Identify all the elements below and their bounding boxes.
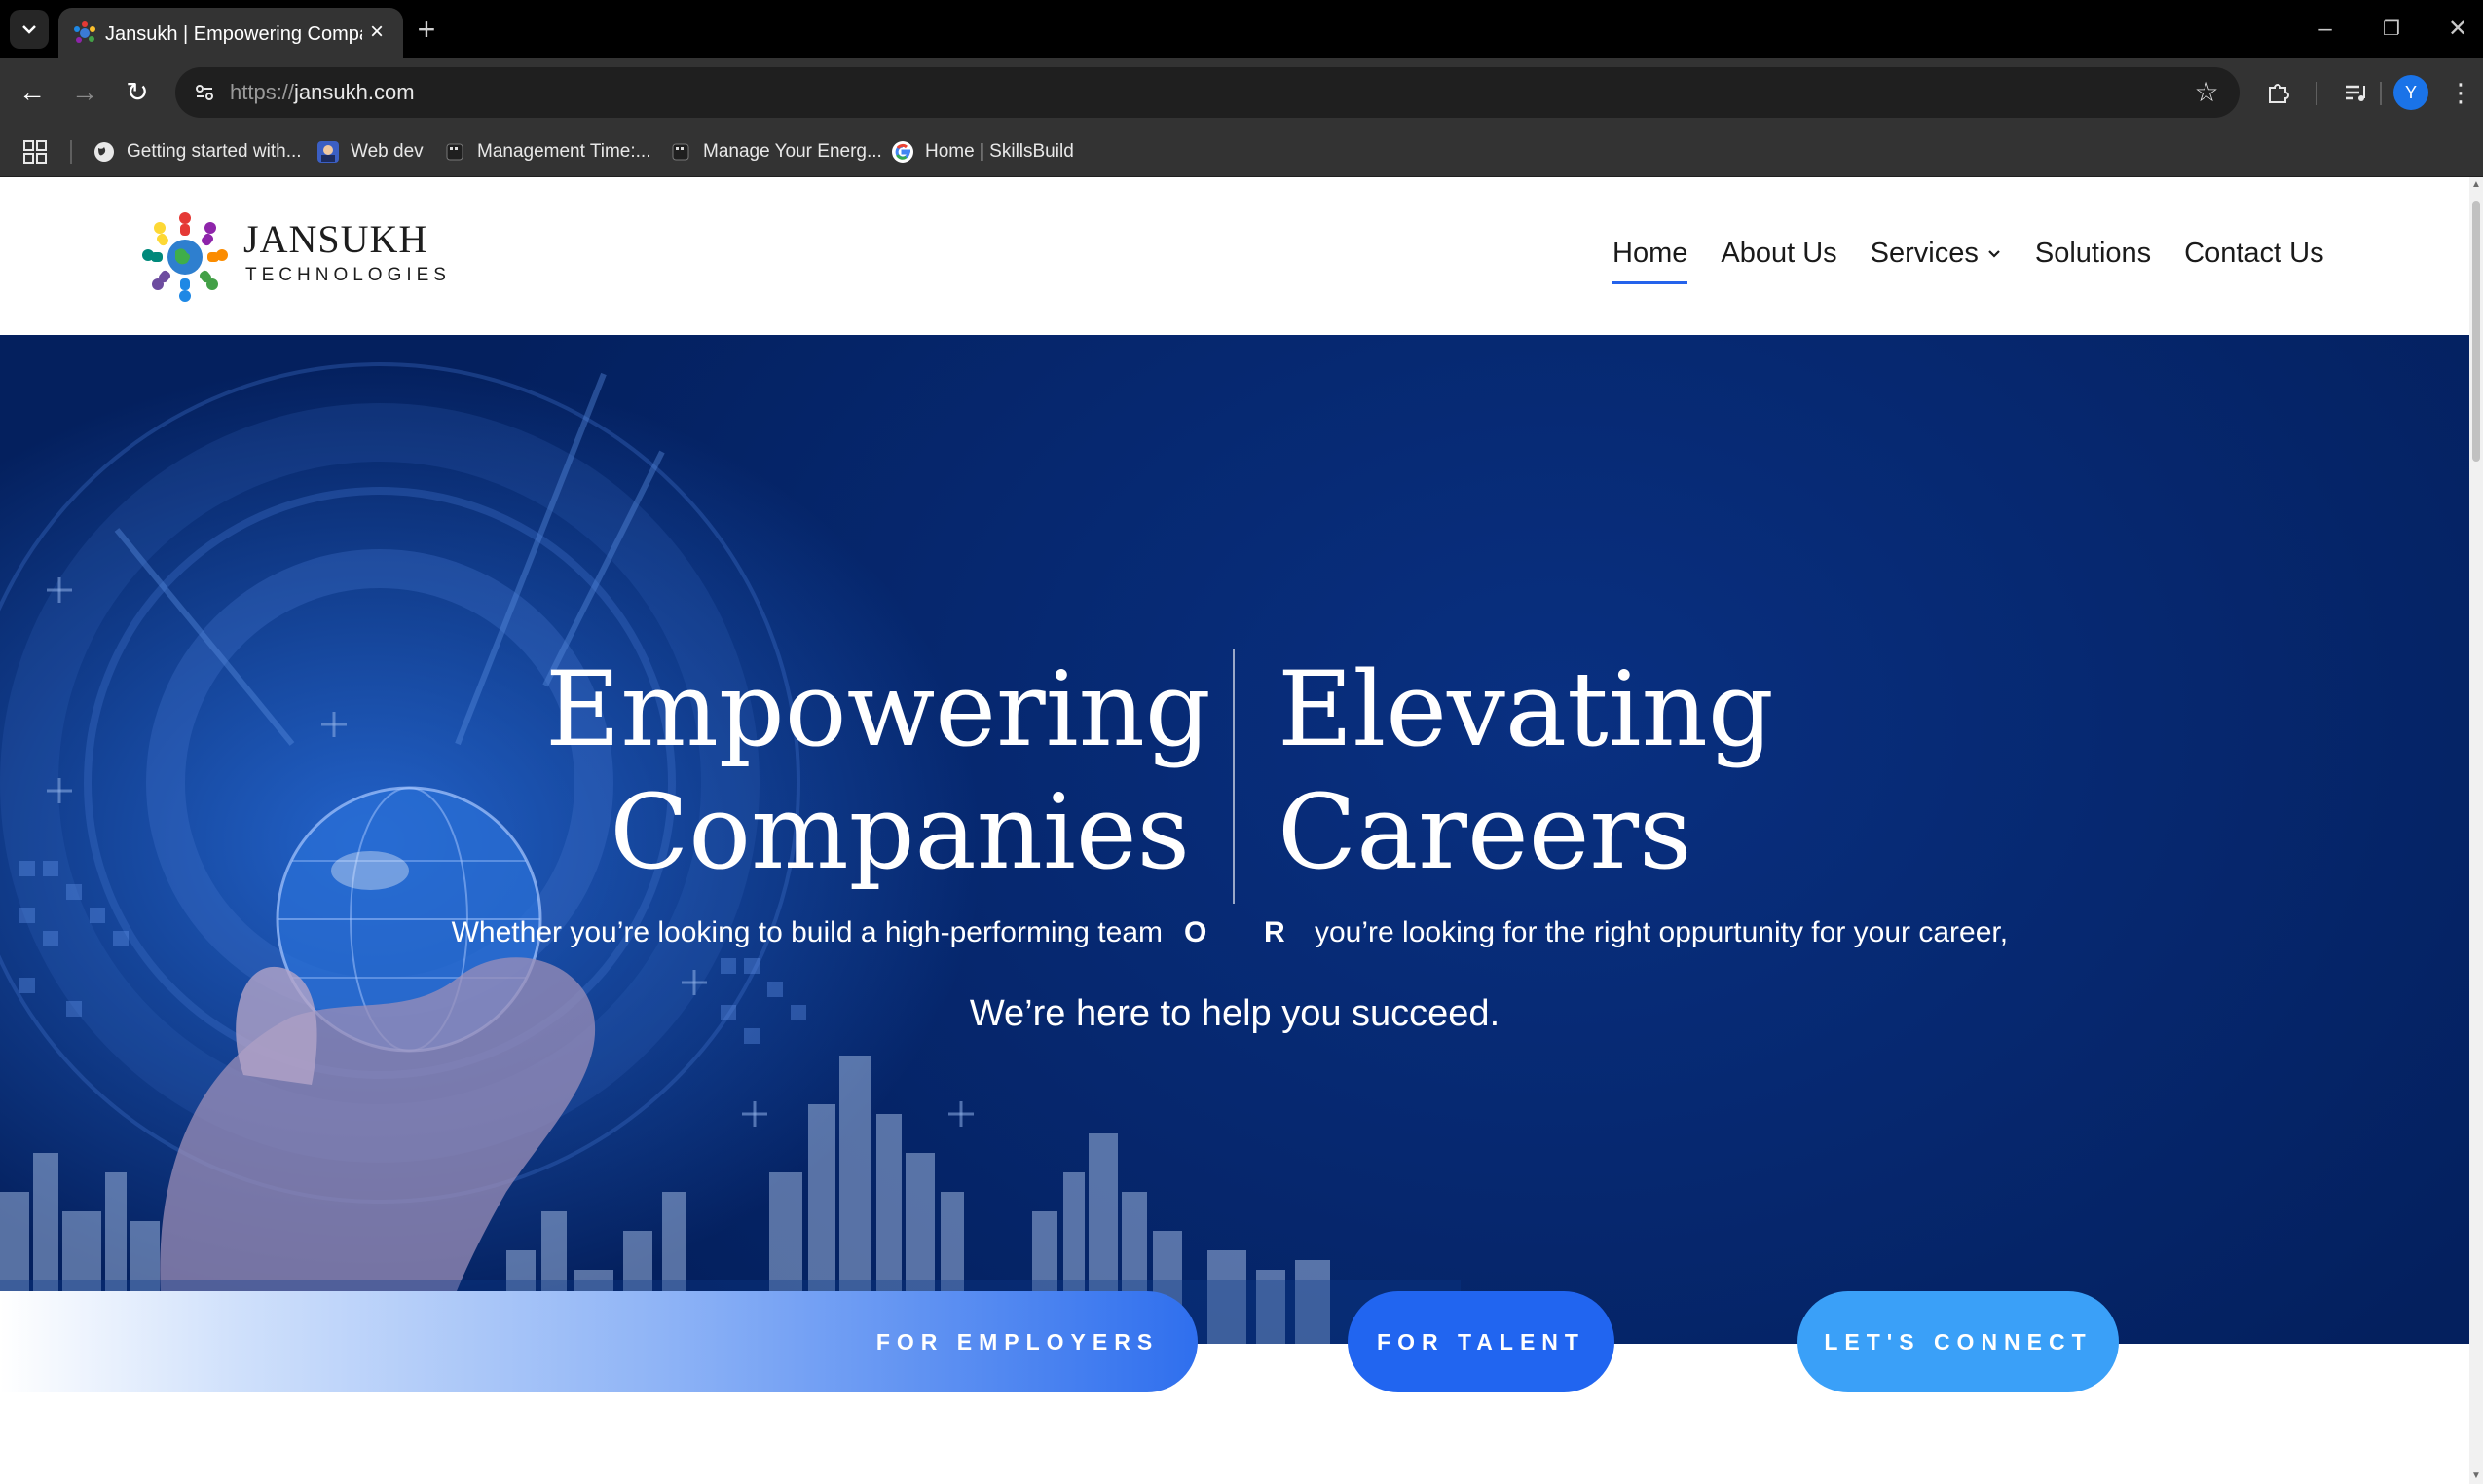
- bookmark-label: Getting started with...: [127, 141, 302, 162]
- toolbar-divider: [2316, 82, 2317, 105]
- extensions-icon[interactable]: [2257, 72, 2298, 113]
- hero-subline: Whether you’re looking to build a high-p…: [0, 911, 2469, 954]
- main-navigation: Home About Us Services Solutions Contact…: [1612, 232, 2357, 284]
- apps-grid-icon[interactable]: [21, 138, 49, 166]
- media-control-icon[interactable]: [2335, 72, 2376, 113]
- page-scrollbar[interactable]: ▲ ▼: [2469, 177, 2483, 1484]
- headline-line: Elevating: [1278, 649, 1774, 769]
- bookmark-getting-started[interactable]: Getting started with...: [92, 136, 302, 167]
- subline-talent-text: you’re looking for the right oppurtunity…: [1315, 916, 2009, 948]
- bookmark-icon: [668, 139, 693, 165]
- hero-tagline: We’re here to help you succeed.: [969, 993, 1501, 1034]
- for-employers-button[interactable]: FOR EMPLOYERS: [837, 1291, 1198, 1392]
- logo-subtitle: TECHNOLOGIES: [245, 265, 451, 285]
- google-icon: [890, 139, 915, 165]
- bookmarks-bar: Getting started with... Web dev Manageme…: [0, 127, 2483, 177]
- site-header: JANSUKH TECHNOLOGIES Home About Us Servi…: [0, 177, 2469, 335]
- bookmark-skillsbuild[interactable]: Home | SkillsBuild: [890, 136, 1074, 167]
- tab-strip: Jansukh | Empowering Companies × + – ❐ ✕: [0, 0, 2483, 58]
- cta-row: FOR EMPLOYERS FOR TALENT LET'S CONNECT: [0, 1291, 2469, 1392]
- window-close-icon[interactable]: ✕: [2438, 10, 2477, 49]
- logo-wordmark: JANSUKH: [243, 217, 428, 261]
- bookmark-label: Management Time:...: [477, 141, 651, 162]
- bookmark-star-icon[interactable]: ☆: [2189, 75, 2224, 110]
- headline-divider: [1233, 649, 1235, 904]
- for-talent-button[interactable]: FOR TALENT: [1348, 1291, 1614, 1392]
- bookmark-web-dev[interactable]: Web dev: [315, 136, 424, 167]
- lets-connect-button[interactable]: LET'S CONNECT: [1797, 1291, 2119, 1392]
- webdev-icon: [315, 139, 341, 165]
- subline-employers-text: Whether you’re looking to build a high-p…: [451, 916, 1163, 948]
- bookmarks-divider: [70, 140, 72, 164]
- minimize-icon[interactable]: –: [2306, 10, 2345, 49]
- chevron-down-icon: [22, 25, 36, 34]
- active-tab[interactable]: Jansukh | Empowering Companies ×: [58, 8, 403, 58]
- nav-services[interactable]: Services: [1871, 232, 2002, 280]
- headline-line: Careers: [1278, 772, 1692, 892]
- scrollbar-thumb[interactable]: [2472, 201, 2480, 462]
- scroll-down-icon[interactable]: ▼: [2471, 1470, 2481, 1482]
- globe-icon: [92, 139, 117, 165]
- profile-avatar[interactable]: Y: [2393, 75, 2428, 110]
- bookmark-manage-energy[interactable]: Manage Your Energ...: [668, 136, 882, 167]
- hero-background-illustration: [0, 362, 1461, 1344]
- toolbar-divider: [2380, 82, 2382, 105]
- site-logo[interactable]: JANSUKH TECHNOLOGIES: [138, 208, 446, 308]
- subline-or-letter-o: O: [1184, 916, 1207, 948]
- headline-line: Companies: [610, 772, 1190, 892]
- headline-elevating-careers: Elevating Careers: [1278, 649, 1959, 894]
- subline-or-letter-r: R: [1264, 916, 1285, 948]
- address-bar[interactable]: https://jansukh.com ☆: [175, 67, 2240, 118]
- back-icon[interactable]: ←: [12, 72, 53, 113]
- jansukh-logo-icon: [142, 212, 228, 302]
- reload-icon[interactable]: ↻: [117, 72, 158, 113]
- nav-services-label: Services: [1870, 238, 1979, 269]
- url-text[interactable]: https://jansukh.com: [230, 79, 415, 106]
- tab-title: Jansukh | Empowering Companies: [105, 23, 362, 45]
- nav-solutions[interactable]: Solutions: [2035, 232, 2151, 280]
- bookmark-label: Manage Your Energ...: [703, 141, 882, 162]
- bookmark-label: Web dev: [351, 141, 424, 162]
- nav-contact-us[interactable]: Contact Us: [2184, 232, 2323, 280]
- close-tab-icon[interactable]: ×: [362, 18, 391, 47]
- browser-menu-icon[interactable]: ⋮: [2440, 72, 2481, 113]
- url-host: jansukh.com: [294, 80, 415, 104]
- nav-about-us[interactable]: About Us: [1721, 232, 1836, 280]
- jansukh-favicon-icon: [74, 21, 95, 43]
- bookmark-icon: [442, 139, 467, 165]
- url-scheme: https://: [230, 80, 295, 104]
- bookmark-label: Home | SkillsBuild: [925, 141, 1074, 162]
- nav-home[interactable]: Home: [1612, 232, 1688, 284]
- tab-search-button[interactable]: [10, 10, 49, 49]
- new-tab-button[interactable]: +: [409, 12, 444, 47]
- forward-icon[interactable]: →: [64, 72, 105, 113]
- headline-line: Empowering: [545, 649, 1211, 769]
- bookmark-management-time[interactable]: Management Time:...: [442, 136, 650, 167]
- scroll-up-icon[interactable]: ▲: [2471, 179, 2481, 191]
- site-info-icon[interactable]: [187, 75, 222, 110]
- restore-icon[interactable]: ❐: [2372, 10, 2411, 49]
- hero-section: Empowering Companies Elevating Careers W…: [0, 335, 2469, 1344]
- headline-empowering-companies: Empowering Companies: [545, 649, 1211, 894]
- chevron-down-icon: [1986, 233, 2002, 276]
- browser-toolbar: ← → ↻ https://jansukh.com ☆ Y ⋮: [0, 58, 2483, 127]
